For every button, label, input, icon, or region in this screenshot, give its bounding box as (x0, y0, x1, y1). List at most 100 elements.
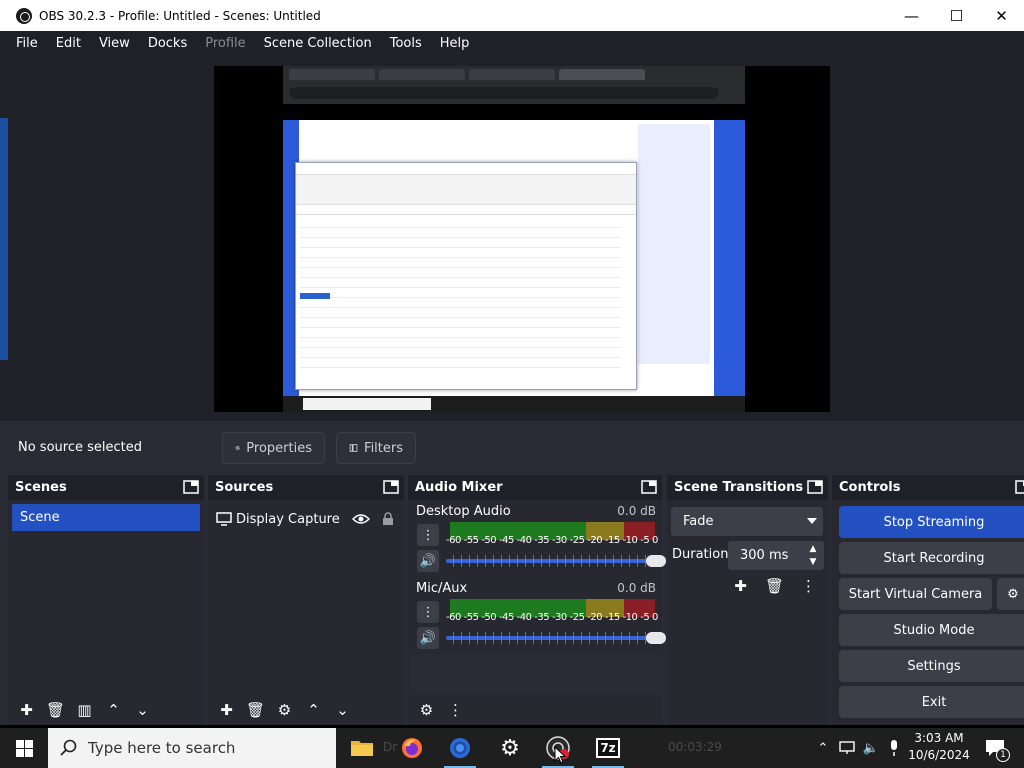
duration-label: Duration (672, 547, 729, 562)
menu-file[interactable]: File (7, 36, 47, 51)
volume-meter (450, 599, 655, 608)
captured-url-bar (289, 87, 719, 99)
settings-taskbar-button[interactable]: ⚙ (486, 728, 534, 768)
mute-button[interactable]: 🔊 (417, 550, 439, 572)
menu-docks[interactable]: Docks (139, 36, 196, 51)
add-source-button[interactable]: ✚ (212, 698, 241, 722)
undock-icon[interactable] (1015, 479, 1024, 495)
7zip-taskbar-button[interactable]: 7z (584, 728, 632, 768)
window-title: OBS 30.2.3 - Profile: Untitled - Scenes:… (39, 8, 321, 23)
channel-db: 0.0 dB (617, 581, 656, 595)
source-toolbar (8, 421, 1024, 473)
properties-button[interactable]: Properties (222, 432, 325, 464)
remove-scene-button[interactable]: 🗑 (41, 698, 70, 722)
scene-filters-button[interactable]: ▥ (70, 698, 99, 722)
scene-name: Scene (20, 510, 60, 525)
volume-slider-handle[interactable] (646, 632, 666, 644)
show-hidden-icons-button[interactable]: ⌃ (814, 728, 832, 768)
captured-selection (300, 293, 330, 299)
captured-tab (559, 69, 645, 80)
clock-time: 3:03 AM (914, 731, 964, 745)
lock-icon[interactable] (382, 512, 394, 526)
transition-menu-button[interactable]: ⋮ (794, 574, 823, 598)
start-virtual-camera-button[interactable]: Start Virtual Camera (839, 578, 992, 610)
advanced-audio-button[interactable]: ⚙ (412, 698, 441, 722)
menu-help[interactable]: Help (431, 36, 479, 51)
studio-mode-button[interactable]: Studio Mode (839, 614, 1024, 646)
taskbar-search-input[interactable]: Type here to search (48, 728, 336, 768)
move-source-up-button[interactable]: ⌃ (299, 698, 328, 722)
firefox-taskbar-button[interactable] (388, 728, 436, 768)
menu-edit[interactable]: Edit (47, 36, 90, 51)
filters-label: Filters (364, 440, 403, 456)
duration-input[interactable]: 300 ms ▲ ▼ (728, 541, 824, 570)
monitor-icon (216, 512, 232, 526)
captured-browser (283, 66, 745, 104)
remove-transition-button[interactable]: 🗑 (760, 574, 789, 598)
plus-icon: ✚ (220, 701, 233, 719)
source-properties-button[interactable]: ⚙ (270, 698, 299, 722)
trash-icon: 🗑 (45, 701, 66, 719)
move-source-down-button[interactable]: ⌄ (328, 698, 357, 722)
move-scene-down-button[interactable]: ⌄ (128, 698, 157, 722)
undock-icon[interactable] (183, 479, 200, 495)
add-scene-button[interactable]: ✚ (12, 698, 41, 722)
channel-menu-button[interactable]: ⋮ (417, 601, 439, 623)
chevron-up-icon[interactable]: ▲ (806, 543, 820, 555)
chrome-taskbar-button[interactable] (436, 728, 484, 768)
gear-icon (235, 445, 240, 451)
volume-icon[interactable]: 🔈 (860, 728, 882, 768)
volume-slider[interactable] (446, 631, 671, 645)
gear-icon: ⚙ (500, 735, 520, 761)
mouse-cursor-icon (554, 746, 566, 764)
preview-canvas[interactable] (214, 66, 830, 412)
chevron-down-icon: ⌄ (336, 701, 349, 719)
chevron-down-icon[interactable]: ▼ (806, 556, 820, 568)
network-icon[interactable] (836, 728, 858, 768)
menu-scene-collection[interactable]: Scene Collection (255, 36, 381, 51)
scene-list-item[interactable]: Scene (12, 504, 200, 531)
menu-tools[interactable]: Tools (381, 36, 431, 51)
start-button[interactable] (0, 728, 48, 768)
obs-logo-icon (16, 7, 32, 24)
scenes-title: Scenes (15, 480, 67, 495)
source-list-item[interactable]: Display Capture (216, 508, 402, 530)
file-explorer-taskbar-button[interactable] (338, 728, 386, 768)
gear-icon: ⚙ (277, 701, 292, 719)
sources-title: Sources (215, 480, 274, 495)
close-button[interactable]: ✕ (979, 0, 1024, 31)
filters-button[interactable]: Filters (336, 432, 416, 464)
source-name: Display Capture (236, 511, 340, 527)
remove-source-button[interactable]: 🗑 (241, 698, 270, 722)
ghost-stream-time: 00:03:29 (668, 740, 722, 754)
virtual-camera-settings-button[interactable]: ⚙ (997, 578, 1024, 610)
eye-icon[interactable] (352, 513, 370, 525)
channel-menu-button[interactable]: ⋮ (417, 524, 439, 546)
scene-transitions-title: Scene Transitions (674, 480, 804, 495)
meter-scale: -60 -55 -50 -45 -40 -35 -30 -25 -20 -15 -10 -5 0 (446, 535, 658, 546)
undock-icon[interactable] (807, 479, 824, 495)
obs-taskbar-button[interactable] (534, 728, 582, 768)
volume-slider-handle[interactable] (646, 555, 666, 567)
undock-icon[interactable] (641, 479, 658, 495)
notification-center-button[interactable]: 1 (980, 728, 1010, 768)
start-recording-button[interactable]: Start Recording (839, 542, 1024, 574)
filter-icon (349, 444, 358, 452)
mute-button[interactable]: 🔊 (417, 627, 439, 649)
maximize-button[interactable]: ☐ (934, 0, 979, 31)
undock-icon[interactable] (383, 479, 400, 495)
taskbar-clock[interactable]: 3:03 AM 10/6/2024 (906, 730, 972, 764)
volume-slider[interactable] (446, 554, 671, 568)
meter-scale: -60 -55 -50 -45 -40 -35 -30 -25 -20 -15 -10 -5 0 (446, 612, 658, 623)
transition-select[interactable]: Fade (671, 507, 823, 536)
mixer-menu-button[interactable]: ⋮ (441, 698, 470, 722)
minimize-button[interactable]: — (889, 0, 934, 31)
add-transition-button[interactable]: ✚ (726, 574, 755, 598)
microphone-icon[interactable] (884, 728, 904, 768)
settings-button[interactable]: Settings (839, 650, 1024, 682)
exit-button[interactable]: Exit (839, 686, 1024, 718)
move-scene-up-button[interactable]: ⌃ (99, 698, 128, 722)
menu-view[interactable]: View (90, 36, 139, 51)
search-placeholder: Type here to search (88, 739, 236, 757)
stop-streaming-button[interactable]: Stop Streaming (839, 506, 1024, 538)
